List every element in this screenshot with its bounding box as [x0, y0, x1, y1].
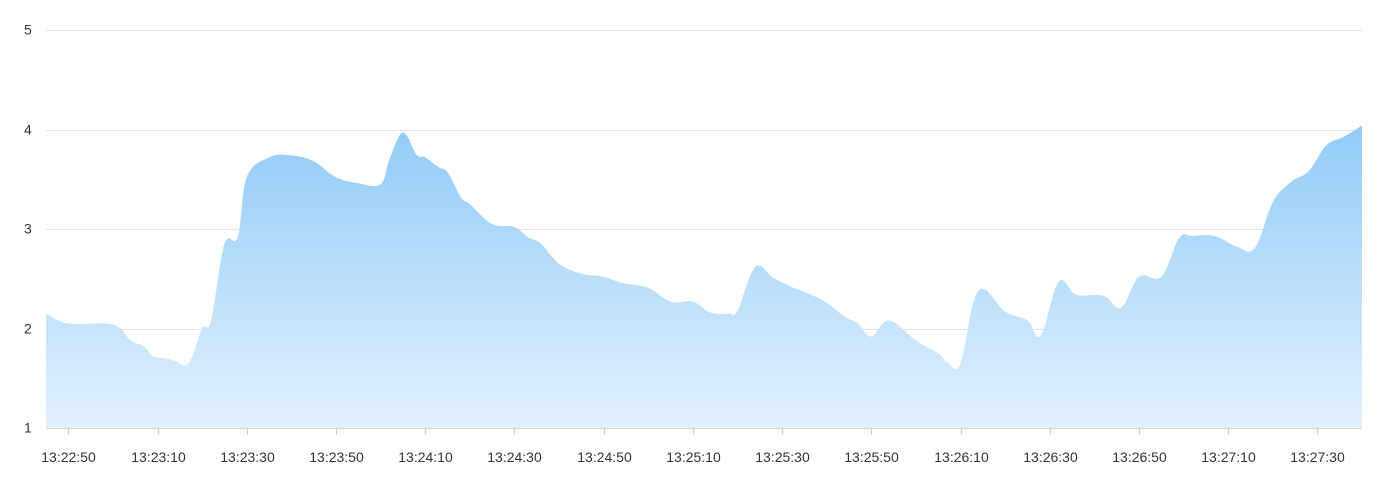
x-axis: 13:22:50 13:23:10 13:23:30 13:23:50 13:24:10… — [41, 428, 1362, 465]
area-chart: 13:22:50 13:23:10 13:23:30 13:23:50 13:24:10… — [24, 22, 1362, 465]
x-tick-label: 13:26:50 — [1112, 449, 1167, 465]
x-tick-label: 13:26:30 — [1023, 449, 1078, 465]
series-area — [46, 125, 1362, 428]
x-tick-label: 13:27:10 — [1201, 449, 1256, 465]
y-tick-label: 2 — [24, 321, 32, 337]
y-tick-label: 4 — [24, 122, 32, 138]
area-series — [46, 125, 1362, 428]
y-axis: 1 2 3 4 5 — [24, 22, 32, 436]
y-tick-label: 3 — [24, 221, 32, 237]
x-tick-label: 13:25:50 — [844, 449, 899, 465]
x-tick-label: 13:24:30 — [487, 449, 542, 465]
x-tick-label: 13:22:50 — [41, 449, 96, 465]
y-tick-label: 5 — [24, 22, 32, 38]
y-tick-label: 1 — [24, 420, 32, 436]
x-tick-label: 13:23:10 — [131, 449, 186, 465]
x-tick-label: 13:26:10 — [934, 449, 989, 465]
x-tick-label: 13:25:10 — [666, 449, 721, 465]
x-tick-label: 13:24:10 — [398, 449, 453, 465]
x-tick-label: 13:24:50 — [577, 449, 632, 465]
x-tick-label: 13:27:30 — [1290, 449, 1345, 465]
x-tick-label: 13:23:50 — [309, 449, 364, 465]
x-tick-label: 13:23:30 — [220, 449, 275, 465]
x-tick-label: 13:25:30 — [755, 449, 810, 465]
